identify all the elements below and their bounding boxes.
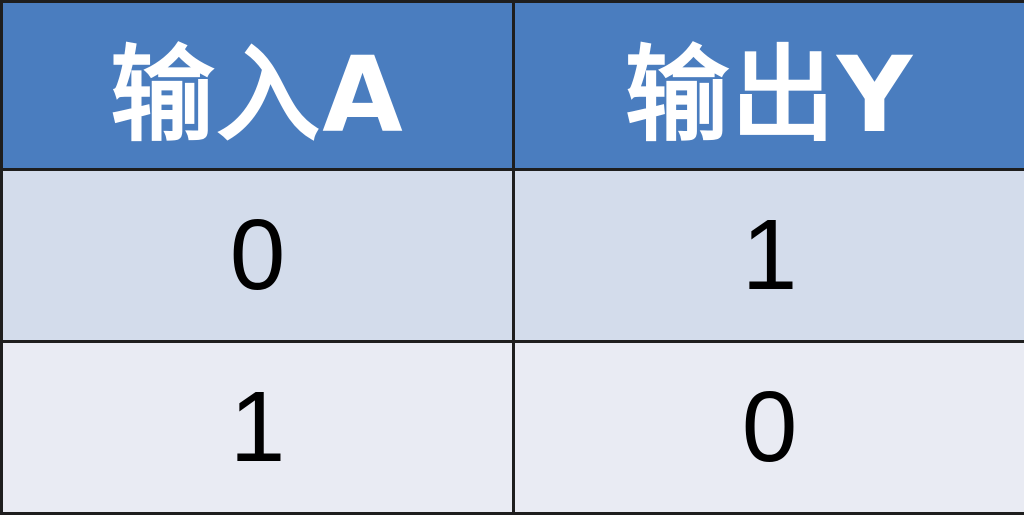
table-row: 1 0 (2, 342, 1024, 514)
cell-input-a: 1 (2, 342, 514, 514)
header-output-y: 输出Y (514, 2, 1024, 170)
table-row: 0 1 (2, 170, 1024, 342)
header-input-a: 输入A (2, 2, 514, 170)
cell-output-y: 0 (514, 342, 1024, 514)
truth-table: 输入A 输出Y 0 1 1 0 (0, 0, 1024, 515)
cell-input-a: 0 (2, 170, 514, 342)
header-row: 输入A 输出Y (2, 2, 1024, 170)
cell-output-y: 1 (514, 170, 1024, 342)
